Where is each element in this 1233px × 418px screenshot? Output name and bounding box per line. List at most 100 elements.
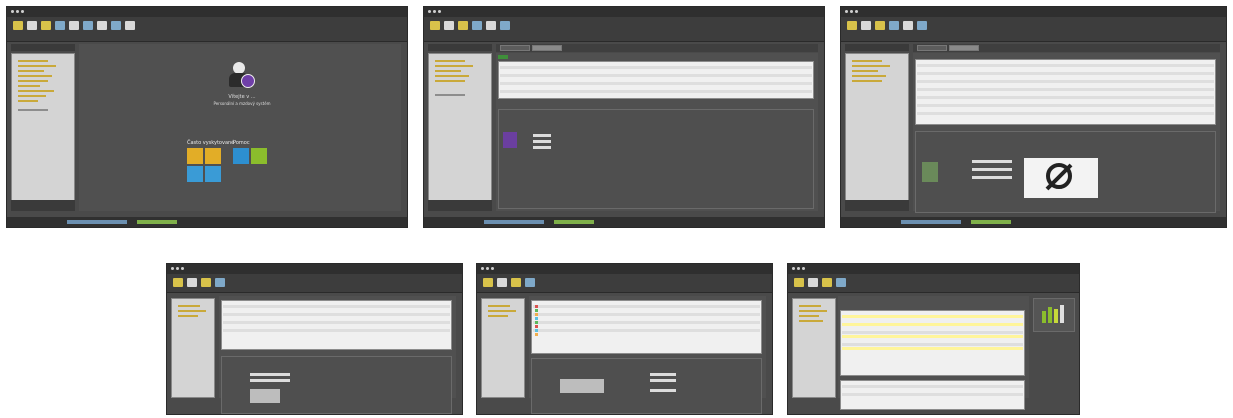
status-bar	[841, 217, 1226, 227]
app-subtitle: Personální a mzdový systém	[213, 101, 271, 106]
no-photo-icon	[1024, 158, 1098, 198]
help-question-icon[interactable]	[233, 148, 249, 164]
window-controls[interactable]	[845, 10, 858, 13]
avatar	[503, 132, 517, 148]
chart-panel	[1033, 298, 1075, 332]
help-title: Pomoc	[233, 140, 250, 146]
navigation-tree[interactable]	[171, 298, 215, 398]
content-pane	[913, 53, 1220, 213]
window-controls[interactable]	[11, 10, 24, 13]
records-table[interactable]	[221, 300, 452, 350]
user-panel	[11, 200, 75, 211]
screenshot-table-chart	[787, 263, 1080, 415]
status-item	[67, 220, 127, 224]
tree-item[interactable]	[18, 75, 52, 77]
window-titlebar	[788, 264, 1079, 274]
toolbar-icon[interactable]	[444, 21, 454, 30]
window-controls[interactable]	[171, 267, 184, 270]
window-titlebar	[424, 7, 824, 17]
content-pane	[529, 296, 766, 414]
window-titlebar	[477, 264, 772, 274]
records-table[interactable]	[531, 300, 762, 354]
tree-item[interactable]	[18, 90, 54, 92]
sidebar-header	[428, 44, 492, 51]
welcome-pane: Vítejte v ... Personální a mzdový systém…	[79, 44, 401, 211]
tab[interactable]	[500, 45, 530, 51]
toolbar-icon[interactable]	[41, 21, 51, 30]
main-toolbar	[424, 17, 824, 42]
shortcut-tile[interactable]	[205, 166, 221, 182]
tab-bar	[913, 44, 1220, 52]
toolbar-icon[interactable]	[472, 21, 482, 30]
form-panel	[531, 358, 762, 414]
content-pane	[219, 296, 456, 414]
user-panel	[428, 200, 492, 211]
main-toolbar	[167, 274, 462, 293]
navigation-tree[interactable]	[792, 298, 836, 398]
navigation-tree[interactable]	[845, 53, 909, 211]
content-pane	[838, 296, 1029, 410]
tree-item[interactable]	[18, 95, 46, 97]
toolbar-icon[interactable]	[111, 21, 121, 30]
app-name: Vítejte v ...	[228, 94, 256, 100]
main-toolbar	[7, 17, 407, 42]
tree-item[interactable]	[18, 109, 48, 111]
records-table[interactable]	[840, 310, 1025, 376]
window-titlebar	[841, 7, 1226, 17]
tree-item[interactable]	[18, 80, 48, 82]
tree-item[interactable]	[18, 65, 56, 67]
toolbar-icon[interactable]	[55, 21, 65, 30]
toolbar-icon[interactable]	[97, 21, 107, 30]
status-item	[137, 220, 177, 224]
toolbar-icon[interactable]	[500, 21, 510, 30]
navigation-tree[interactable]	[481, 298, 525, 398]
records-table[interactable]	[915, 59, 1216, 125]
help-tip-icon[interactable]	[251, 148, 267, 164]
shortcut-tile[interactable]	[187, 166, 203, 182]
app-logo-icon	[227, 62, 255, 92]
tab-active[interactable]	[532, 45, 562, 51]
toolbar-icon[interactable]	[27, 21, 37, 30]
window-controls[interactable]	[428, 10, 441, 13]
toolbar-icon[interactable]	[486, 21, 496, 30]
navigation-tree[interactable]	[11, 53, 75, 211]
window-titlebar	[7, 7, 407, 17]
tree-item[interactable]	[18, 100, 38, 102]
toolbar-icon[interactable]	[13, 21, 23, 30]
screenshot-list-details	[423, 6, 825, 228]
toolbar-icon[interactable]	[69, 21, 79, 30]
shortcut-tile[interactable]	[187, 148, 203, 164]
detail-panel	[915, 131, 1216, 213]
window-titlebar	[167, 264, 462, 274]
form-panel	[221, 356, 452, 414]
records-table[interactable]	[498, 61, 814, 99]
sidebar-header	[845, 44, 909, 51]
sidebar-header	[11, 44, 75, 51]
toolbar-icon[interactable]	[125, 21, 135, 30]
main-toolbar	[788, 274, 1079, 293]
detail-panel	[498, 109, 814, 209]
content-pane	[496, 53, 818, 211]
navigation-tree[interactable]	[428, 53, 492, 211]
tree-item[interactable]	[18, 70, 44, 72]
toolbar-icon[interactable]	[430, 21, 440, 30]
screenshot-list-form	[166, 263, 463, 415]
tree-item[interactable]	[18, 85, 40, 87]
avatar	[922, 162, 938, 182]
toolbar-icon[interactable]	[458, 21, 468, 30]
toolbar-icon[interactable]	[83, 21, 93, 30]
tree-item[interactable]	[18, 60, 48, 62]
user-panel	[845, 200, 909, 211]
screenshot-list-colored	[476, 263, 773, 415]
window-controls[interactable]	[481, 267, 494, 270]
status-bar	[424, 217, 824, 227]
summary-table[interactable]	[840, 380, 1025, 410]
screenshot-welcome: Vítejte v ... Personální a mzdový systém…	[6, 6, 408, 228]
main-toolbar	[477, 274, 772, 293]
status-bar	[7, 217, 407, 227]
screenshot-list-photo	[840, 6, 1227, 228]
window-controls[interactable]	[792, 267, 805, 270]
shortcut-tile[interactable]	[205, 148, 221, 164]
add-button[interactable]	[498, 55, 508, 59]
main-toolbar	[841, 17, 1226, 42]
